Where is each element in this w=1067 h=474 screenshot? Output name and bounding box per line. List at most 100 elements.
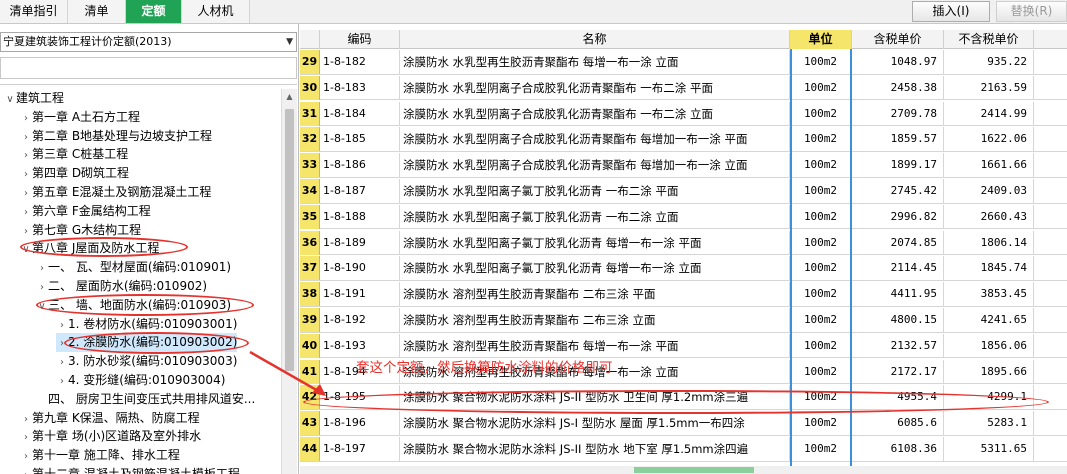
- tree-item[interactable]: › 第九章 K保温、隔热、防腐工程: [20, 409, 200, 428]
- cell-notax-price[interactable]: 2414.99: [944, 101, 1034, 126]
- cell-name[interactable]: 涂膜防水 溶剂型再生胶沥青聚酯布 二布三涂 平面: [400, 282, 790, 307]
- cell-notax-price[interactable]: 5283.1: [944, 411, 1034, 436]
- cell-name[interactable]: 涂膜防水 水乳型阴离子合成胶乳化沥青聚酯布 每增加一布一涂 立面: [400, 153, 790, 178]
- cell-name[interactable]: 涂膜防水 水乳型阳离子氯丁胶乳化沥青 每增一布一涂 立面: [400, 256, 790, 281]
- cell-tax-price[interactable]: 4800.15: [852, 308, 944, 332]
- replace-button[interactable]: 替换(R): [996, 1, 1067, 22]
- table-row[interactable]: 39 1-8-192 涂膜防水 溶剂型再生胶沥青聚酯布 二布三涂 立面 100m2 48…: [300, 308, 1067, 333]
- row-number[interactable]: 38: [300, 282, 320, 307]
- tree-item[interactable]: ∨ 第八章 J屋面及防水工程: [20, 239, 159, 258]
- cell-tax-price[interactable]: 2745.42: [852, 179, 944, 203]
- row-number[interactable]: 32: [300, 127, 320, 152]
- cell-tax-price[interactable]: 2458.38: [852, 75, 944, 100]
- table-row[interactable]: 44 1-8-197 涂膜防水 聚合物水泥防水涂料 JS-II 型防水 地下室 厚1…: [300, 437, 1067, 462]
- insert-button[interactable]: 插入(I): [912, 1, 990, 22]
- tree-item[interactable]: › 第十一章 施工降、排水工程: [20, 446, 180, 465]
- cell-name[interactable]: 涂膜防水 水乳型阳离子氯丁胶乳化沥青 一布二涂 立面: [400, 204, 790, 229]
- search-input[interactable]: [0, 57, 297, 79]
- cell-notax-price[interactable]: 1661.66: [944, 153, 1034, 178]
- row-number[interactable]: 34: [300, 179, 320, 203]
- cell-name[interactable]: 涂膜防水 聚合物水泥防水涂料 JS-I 型防水 屋面 厚1.5mm一布四涂: [400, 411, 790, 436]
- chevron-right-icon[interactable]: ›: [20, 466, 32, 474]
- row-number[interactable]: 36: [300, 230, 320, 255]
- row-number[interactable]: 30: [300, 75, 320, 100]
- table-row[interactable]: 30 1-8-183 涂膜防水 水乳型阴离子合成胶乳化沥青聚酯布 一布二涂 平面 10…: [300, 75, 1067, 101]
- grid-horizontal-scrollbar[interactable]: [300, 466, 1067, 474]
- chevron-right-icon[interactable]: ›: [20, 165, 32, 184]
- tree-item[interactable]: › 一、 瓦、型材屋面(编码:010901): [36, 258, 231, 277]
- chevron-right-icon[interactable]: ›: [20, 428, 32, 447]
- scroll-up-icon[interactable]: ▲: [282, 89, 297, 105]
- cell-unit[interactable]: 100m2: [790, 359, 852, 384]
- table-row[interactable]: 34 1-8-187 涂膜防水 水乳型阳离子氯丁胶乳化沥青 一布二涂 平面 100m2…: [300, 179, 1067, 204]
- col-tax-price-header[interactable]: 含税单价: [852, 30, 944, 49]
- table-row[interactable]: 31 1-8-184 涂膜防水 水乳型阴离子合成胶乳化沥青聚酯布 一布二涂 立面 10…: [300, 101, 1067, 127]
- tree-item[interactable]: › 第四章 D砌筑工程: [20, 164, 129, 183]
- row-number[interactable]: 43: [300, 411, 320, 436]
- cell-name[interactable]: 涂膜防水 水乳型再生胶沥青聚酯布 每增一布一涂 立面: [400, 50, 790, 74]
- chevron-right-icon[interactable]: ›: [20, 184, 32, 203]
- cell-notax-price[interactable]: 1806.14: [944, 230, 1034, 255]
- cell-unit[interactable]: 100m2: [790, 101, 852, 126]
- cell-code[interactable]: 1-8-186: [320, 153, 400, 178]
- cell-tax-price[interactable]: 4955.4: [852, 385, 944, 410]
- cell-unit[interactable]: 100m2: [790, 308, 852, 332]
- cell-code[interactable]: 1-8-192: [320, 308, 400, 332]
- tree-item[interactable]: 四、 厨房卫生间变压式共用排风道安...: [36, 390, 255, 409]
- col-code-header[interactable]: 编码: [320, 30, 400, 49]
- cell-notax-price[interactable]: 4299.1: [944, 385, 1034, 410]
- cell-code[interactable]: 1-8-185: [320, 127, 400, 152]
- col-notax-price-header[interactable]: 不含税单价: [944, 30, 1034, 49]
- table-row[interactable]: 35 1-8-188 涂膜防水 水乳型阳离子氯丁胶乳化沥青 一布二涂 立面 100m2…: [300, 204, 1067, 230]
- tree-item[interactable]: › 第三章 C桩基工程: [20, 145, 128, 164]
- chevron-right-icon[interactable]: ›: [36, 278, 48, 297]
- chevron-down-icon[interactable]: ∨: [20, 240, 32, 259]
- row-number[interactable]: 37: [300, 256, 320, 281]
- chevron-right-icon[interactable]: ›: [20, 410, 32, 429]
- cell-code[interactable]: 1-8-195: [320, 385, 400, 410]
- cell-unit[interactable]: 100m2: [790, 385, 852, 410]
- col-name-header[interactable]: 名称: [400, 30, 790, 49]
- chevron-right-icon[interactable]: ›: [20, 146, 32, 165]
- cell-notax-price[interactable]: 2409.03: [944, 179, 1034, 203]
- row-number[interactable]: 42: [300, 385, 320, 410]
- cell-code[interactable]: 1-8-188: [320, 204, 400, 229]
- cell-notax-price[interactable]: 1856.06: [944, 333, 1034, 358]
- tree-item[interactable]: ∨ 建筑工程: [4, 89, 64, 108]
- chevron-right-icon[interactable]: ›: [20, 128, 32, 147]
- chevron-right-icon[interactable]: ›: [20, 109, 32, 128]
- cell-name[interactable]: 涂膜防水 聚合物水泥防水涂料 JS-II 型防水 卫生间 厚1.2mm涂三遍: [400, 385, 790, 410]
- cell-tax-price[interactable]: 2114.45: [852, 256, 944, 281]
- cell-notax-price[interactable]: 1845.74: [944, 256, 1034, 281]
- table-row[interactable]: 29 1-8-182 涂膜防水 水乳型再生胶沥青聚酯布 每增一布一涂 立面 100m2…: [300, 50, 1067, 75]
- chevron-right-icon[interactable]: ›: [56, 334, 68, 353]
- cell-notax-price[interactable]: 2660.43: [944, 204, 1034, 229]
- tab-list[interactable]: 清单: [68, 0, 126, 23]
- cell-tax-price[interactable]: 2132.57: [852, 333, 944, 358]
- cell-unit[interactable]: 100m2: [790, 153, 852, 178]
- cell-name[interactable]: 涂膜防水 聚合物水泥防水涂料 JS-II 型防水 地下室 厚1.5mm涂四遍: [400, 437, 790, 461]
- tree-item[interactable]: › 第五章 E混凝土及钢筋混凝土工程: [20, 183, 211, 202]
- tree-item[interactable]: › 第十章 场(小)区道路及室外排水: [20, 427, 201, 446]
- tree-item[interactable]: › 第一章 A土石方工程: [20, 108, 140, 127]
- cell-unit[interactable]: 100m2: [790, 333, 852, 358]
- cell-name[interactable]: 涂膜防水 溶剂型再生胶沥青聚酯布 二布三涂 立面: [400, 308, 790, 332]
- row-number[interactable]: 41: [300, 359, 320, 384]
- chevron-down-icon[interactable]: ∨: [36, 297, 48, 316]
- cell-unit[interactable]: 100m2: [790, 179, 852, 203]
- tree-item[interactable]: ∨ 三、 墙、地面防水(编码:010903): [36, 296, 231, 315]
- cell-tax-price[interactable]: 1048.97: [852, 50, 944, 74]
- cell-code[interactable]: 1-8-184: [320, 101, 400, 126]
- row-number[interactable]: 39: [300, 308, 320, 332]
- cell-code[interactable]: 1-8-193: [320, 333, 400, 358]
- table-row[interactable]: 37 1-8-190 涂膜防水 水乳型阳离子氯丁胶乳化沥青 每增一布一涂 立面 100…: [300, 256, 1067, 281]
- cell-code[interactable]: 1-8-190: [320, 256, 400, 281]
- tree-item[interactable]: › 3. 防水砂浆(编码:010903003): [56, 352, 237, 371]
- cell-unit[interactable]: 100m2: [790, 437, 852, 461]
- tree-scrollbar[interactable]: ▲: [281, 89, 297, 474]
- tree-item[interactable]: › 第七章 G木结构工程: [20, 221, 141, 240]
- cell-notax-price[interactable]: 1895.66: [944, 359, 1034, 384]
- scrollbar-thumb[interactable]: [634, 467, 754, 473]
- cell-name[interactable]: 涂膜防水 溶剂型再生胶沥青聚酯布 每增一布一涂 平面: [400, 333, 790, 358]
- tab-quota[interactable]: 定额: [126, 0, 182, 23]
